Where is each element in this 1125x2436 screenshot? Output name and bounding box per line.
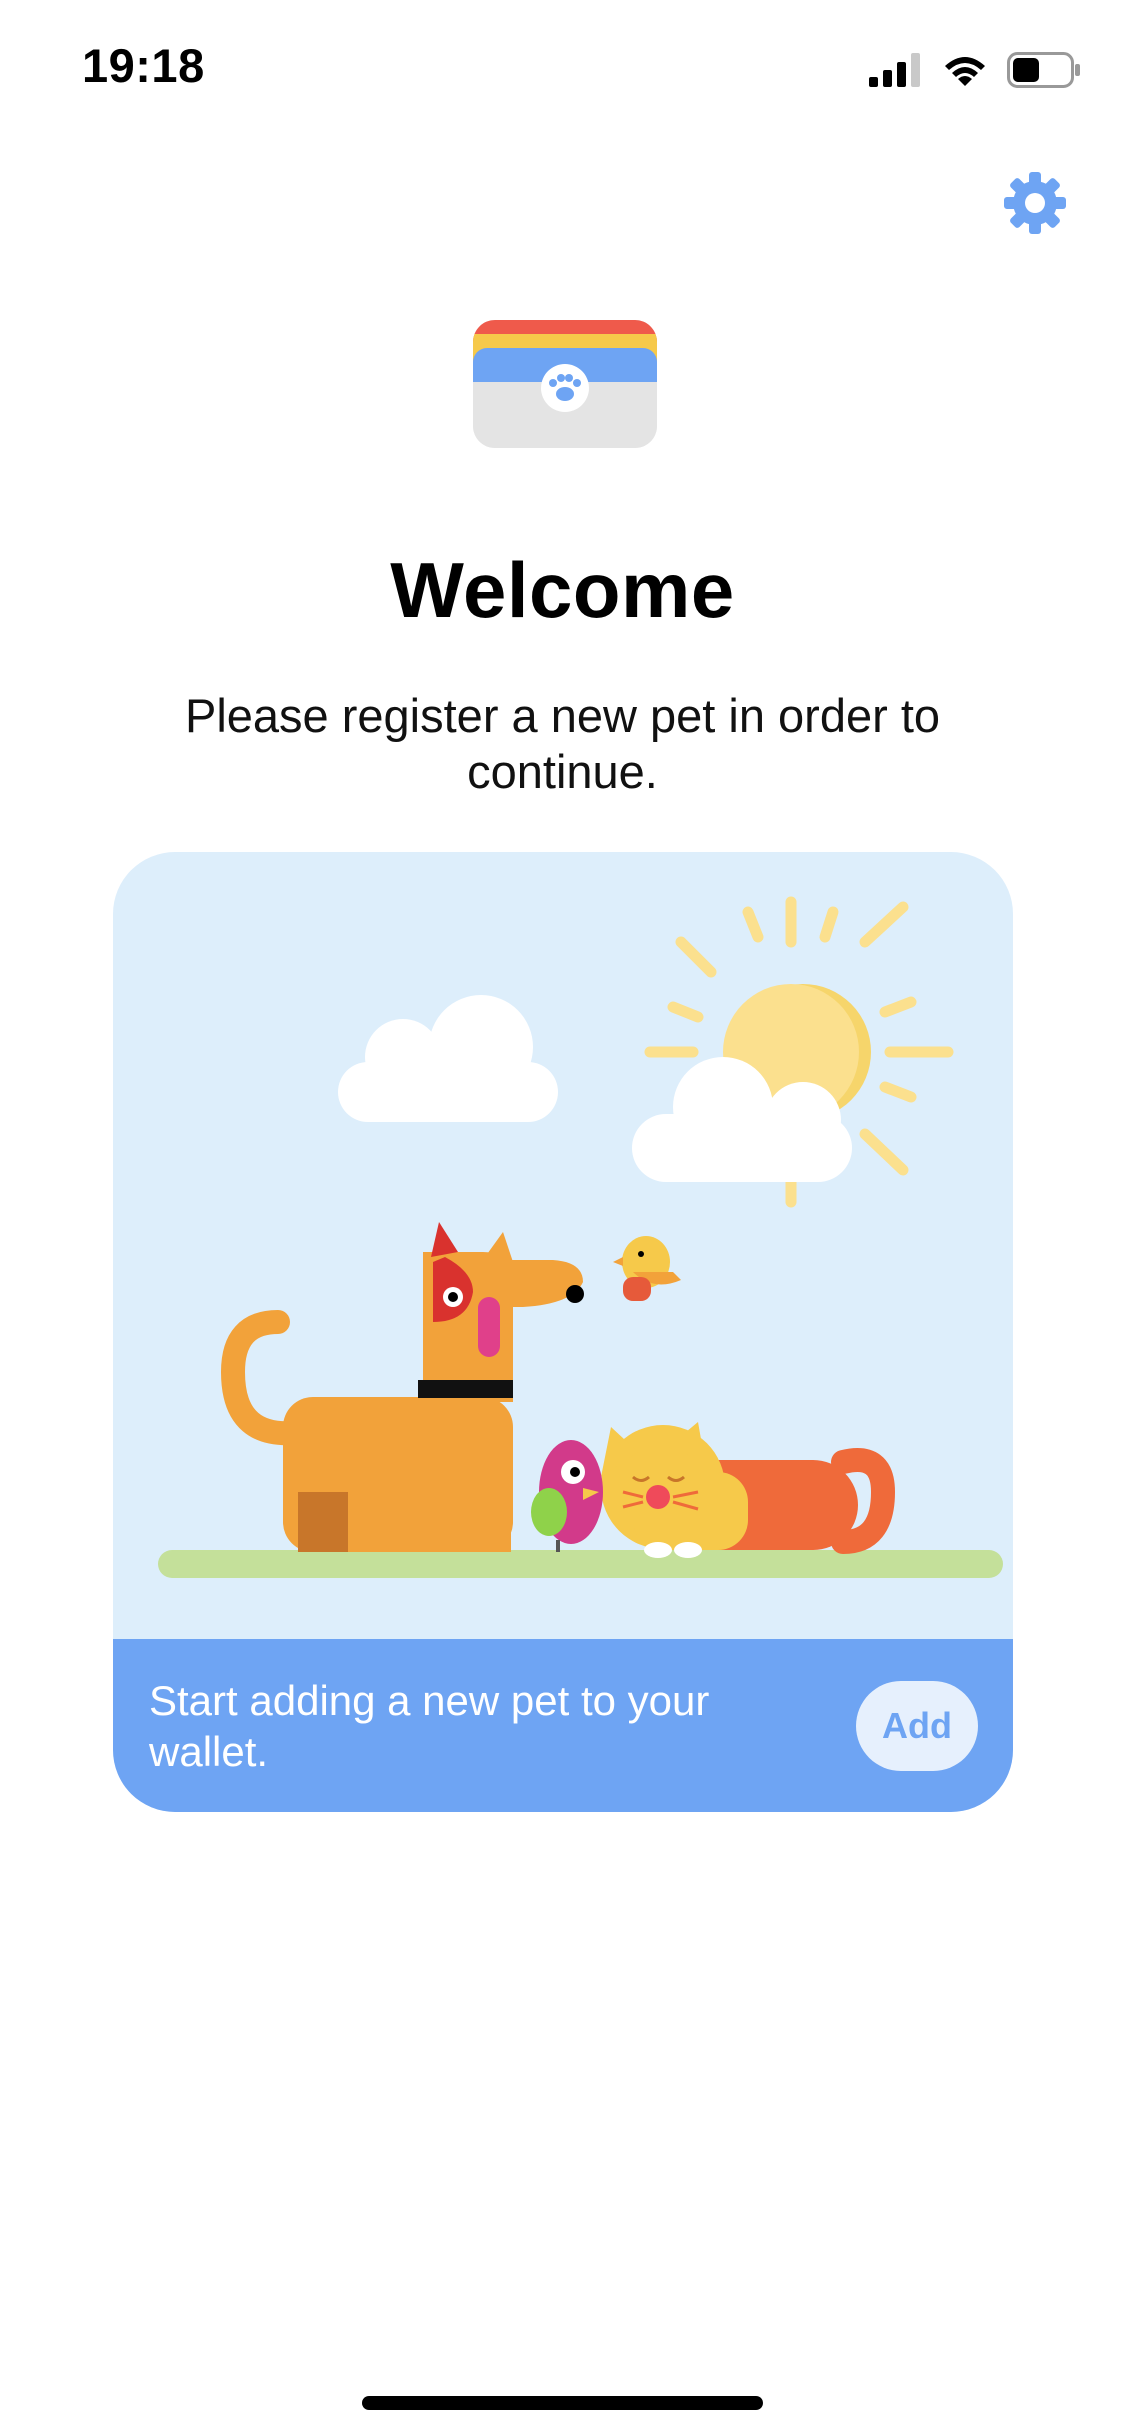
app-logo	[473, 320, 657, 448]
card-footer-text: Start adding a new pet to your wallet.	[149, 1677, 710, 1775]
wifi-icon	[945, 57, 985, 86]
settings-button[interactable]	[1002, 170, 1068, 236]
welcome-title: Welcome	[390, 546, 735, 634]
add-pet-card: Start adding a new pet to your wallet. A…	[113, 852, 1013, 1812]
status-bar: 19:18	[0, 0, 1125, 140]
paw-icon	[541, 364, 589, 412]
grass	[158, 1550, 1003, 1578]
dog-icon	[220, 1222, 584, 1552]
status-icons	[869, 48, 1081, 92]
cellular-signal-icon	[869, 53, 920, 87]
bird-icon	[613, 1236, 681, 1301]
status-time: 19:18	[82, 39, 205, 92]
welcome-subtitle: Please register a new pet in order to co…	[184, 689, 941, 798]
gear-icon	[1004, 172, 1066, 234]
add-pet-button[interactable]: Add	[856, 1681, 978, 1771]
bird-icon	[531, 1440, 603, 1552]
cloud-icon	[338, 995, 558, 1122]
pets-illustration	[158, 896, 1003, 1578]
card-footer: Start adding a new pet to your wallet. A…	[113, 1639, 1013, 1812]
battery-icon	[1007, 52, 1080, 88]
home-indicator[interactable]	[362, 2396, 763, 2410]
cat-icon	[601, 1422, 896, 1558]
